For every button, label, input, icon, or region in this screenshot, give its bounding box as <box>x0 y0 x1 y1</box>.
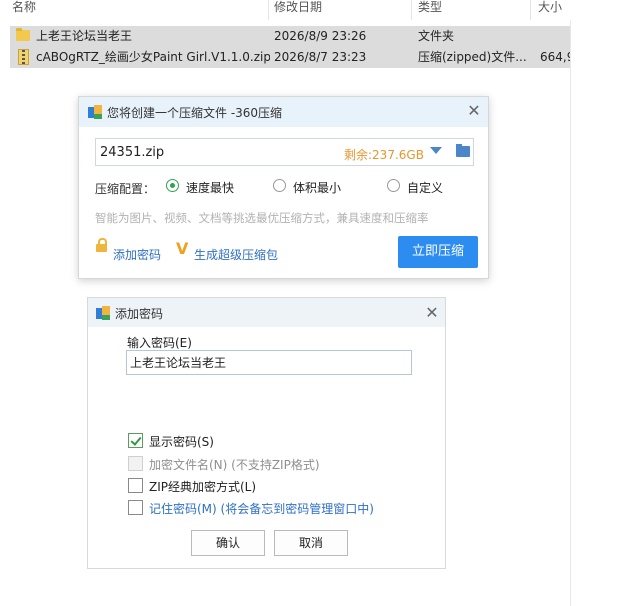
radio-icon[interactable] <box>273 179 286 192</box>
file-row[interactable]: 上老王论坛当老王 2026/8/9 23:26 文件夹 <box>10 26 570 47</box>
compress-config-label: 压缩配置： <box>95 182 156 196</box>
column-size[interactable]: 大小 <box>538 0 562 20</box>
password-label: 输入密码(E) <box>127 336 192 350</box>
super-pack-link[interactable]: 生成超级压缩包 <box>194 246 278 263</box>
checkbox-label[interactable]: 显示密码(S) <box>149 433 214 450</box>
checkbox-label[interactable]: 记住密码(M) (将会备忘到密码管理窗口中) <box>149 500 374 517</box>
column-separator[interactable] <box>411 0 412 20</box>
file-modified: 2026/8/7 23:23 <box>274 50 367 64</box>
checkbox-icon[interactable] <box>128 500 143 515</box>
password-dialog-title: 添加密码 <box>115 307 164 321</box>
archive-filename[interactable]: 24351.zip <box>100 145 164 160</box>
360zip-app-icon <box>96 306 110 320</box>
checkbox-checked-icon[interactable] <box>128 433 143 448</box>
password-dialog: 添加密码 ✕ 输入密码(E) 上老王论坛当老王 显示密码(S) 加密文件名(N)… <box>87 297 446 569</box>
compress-now-button[interactable]: 立即压缩 <box>398 236 478 268</box>
column-separator[interactable] <box>530 0 531 20</box>
password-input[interactable]: 上老王论坛当老王 <box>126 350 412 375</box>
chevron-down-icon[interactable] <box>430 147 442 154</box>
confirm-button[interactable]: 确认 <box>191 530 265 556</box>
column-divider <box>570 20 571 606</box>
radio-label[interactable]: 自定义 <box>407 179 443 196</box>
checkbox-label[interactable]: ZIP经典加密方式(L) <box>149 478 256 495</box>
super-zip-v-icon: V <box>176 239 189 258</box>
file-name: 上老王论坛当老王 <box>36 29 133 43</box>
column-header: 名称 修改日期 类型 大小 <box>0 0 633 20</box>
compress-dialog-title: 您将创建一个压缩文件 -360压缩 <box>107 106 283 120</box>
radio-icon[interactable] <box>387 179 400 192</box>
compress-dialog-titlebar[interactable]: 您将创建一个压缩文件 -360压缩 ✕ <box>79 97 488 127</box>
checkbox-icon <box>128 456 143 471</box>
column-name[interactable]: 名称 <box>12 0 36 20</box>
radio-label[interactable]: 速度最快 <box>186 179 234 196</box>
password-dialog-titlebar[interactable]: 添加密码 ✕ <box>88 298 445 327</box>
360zip-app-icon <box>88 105 102 119</box>
column-separator[interactable] <box>268 0 269 20</box>
folder-browse-icon[interactable] <box>456 144 470 157</box>
compress-dialog: 您将创建一个压缩文件 -360压缩 ✕ 24351.zip 剩余:237.6GB… <box>78 96 489 279</box>
file-row[interactable]: cABOgRTZ_绘画少女Paint Girl.V1.1.0.zip 2026/… <box>10 47 570 68</box>
column-modified[interactable]: 修改日期 <box>274 0 322 20</box>
file-type: 压缩(zipped)文件... <box>418 50 527 64</box>
password-value[interactable]: 上老王论坛当老王 <box>130 354 226 371</box>
cancel-button[interactable]: 取消 <box>274 530 348 556</box>
archive-filename-field[interactable]: 24351.zip 剩余:237.6GB <box>95 138 474 166</box>
close-icon[interactable]: ✕ <box>466 103 482 119</box>
radio-selected-icon[interactable] <box>166 179 179 192</box>
checkbox-label: 加密文件名(N) (不支持ZIP格式) <box>149 458 320 472</box>
file-type: 文件夹 <box>418 29 455 43</box>
folder-icon <box>16 28 30 41</box>
zip-icon <box>18 49 29 65</box>
radio-label[interactable]: 体积最小 <box>293 179 341 196</box>
column-type[interactable]: 类型 <box>418 0 442 20</box>
close-icon[interactable]: ✕ <box>424 305 440 321</box>
file-modified: 2026/8/9 23:26 <box>274 29 367 43</box>
file-size: 664,9 <box>540 50 570 64</box>
compress-hint-text: 智能为图片、视频、文档等挑选最优压缩方式，兼具速度和压缩率 <box>95 211 429 225</box>
checkbox-icon[interactable] <box>128 478 143 493</box>
file-name: cABOgRTZ_绘画少女Paint Girl.V1.1.0.zip <box>36 50 270 64</box>
add-password-link[interactable]: 添加密码 <box>113 246 161 263</box>
lock-icon <box>96 238 107 252</box>
free-space-text: 剩余:237.6GB <box>344 148 424 162</box>
